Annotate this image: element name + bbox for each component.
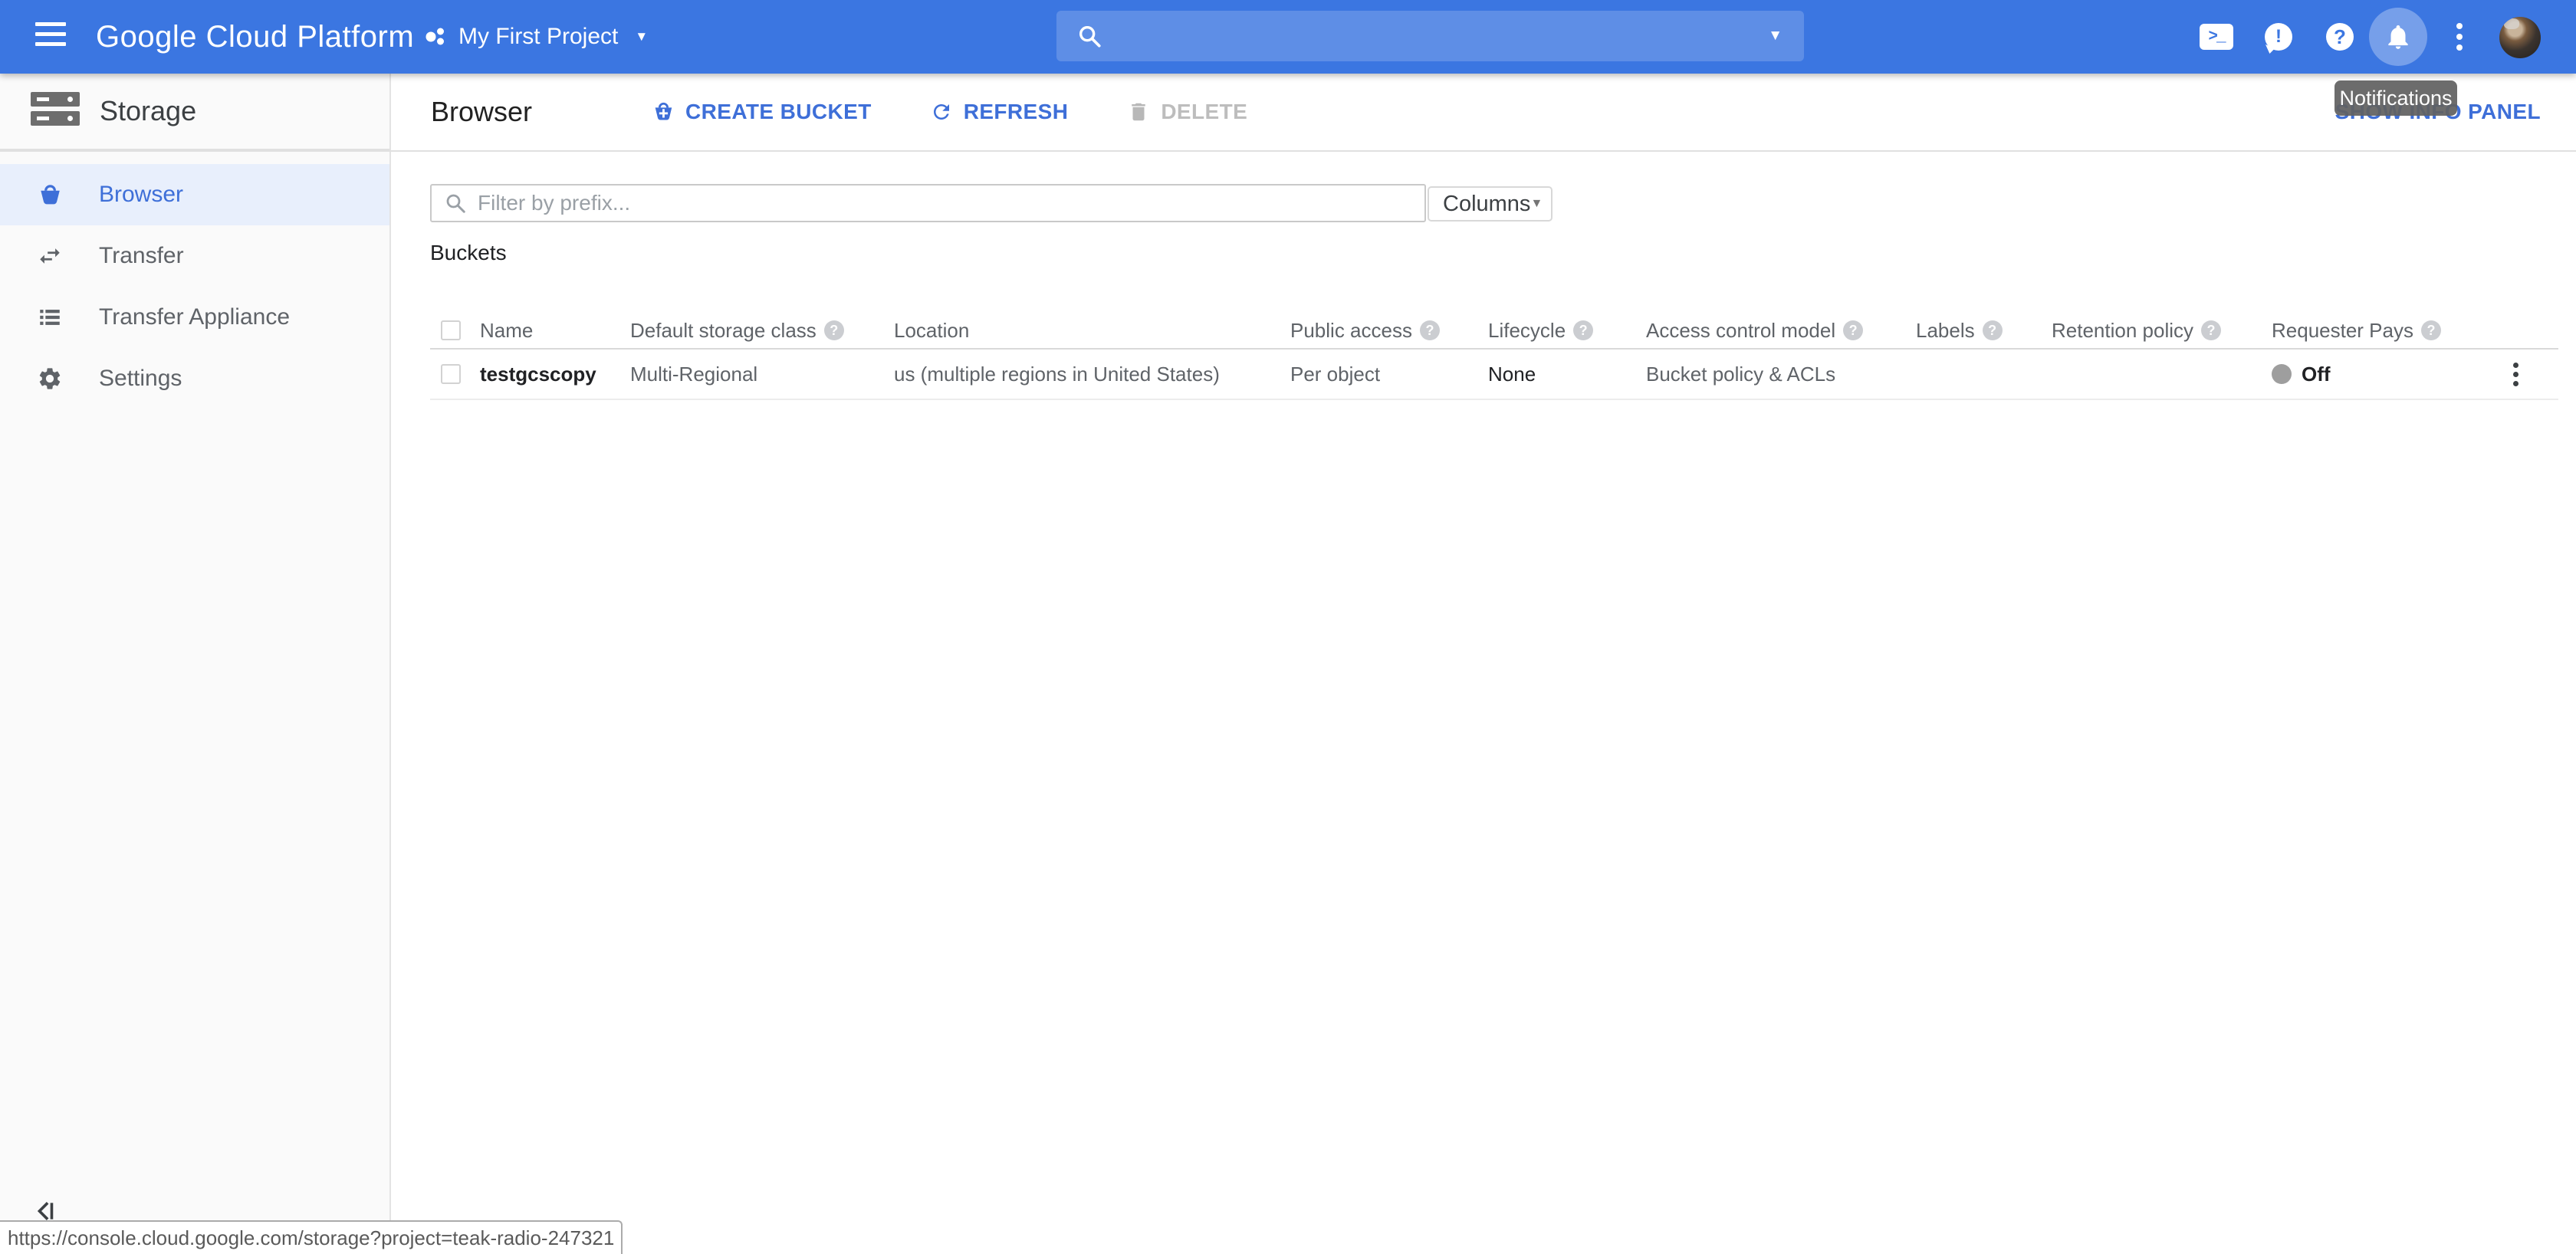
trash-icon <box>1127 100 1150 123</box>
col-header-location: Location <box>894 319 1290 343</box>
search-bar[interactable]: ▼ <box>1056 11 1804 61</box>
col-header-retention: Retention policy ? <box>2052 319 2272 343</box>
project-selector[interactable]: My First Project ▼ <box>423 0 648 74</box>
chevron-down-icon: ▼ <box>635 29 648 44</box>
buckets-section-label: Buckets <box>430 241 507 265</box>
create-bucket-button[interactable]: CREATE BUCKET <box>652 100 872 124</box>
bell-icon <box>2384 22 2413 51</box>
app-header: Google Cloud Platform My First Project ▼… <box>0 0 2576 74</box>
project-icon <box>423 25 448 49</box>
select-all-checkbox[interactable] <box>441 320 461 340</box>
product-title: Storage <box>100 95 196 127</box>
cell-requester-pays: Off <box>2272 363 2507 386</box>
cloud-shell-icon: >_ <box>2200 24 2233 50</box>
more-options-button[interactable] <box>2450 0 2469 74</box>
create-bucket-icon <box>652 100 675 123</box>
cell-lifecycle: None <box>1488 363 1646 386</box>
sidebar-item-settings[interactable]: Settings <box>0 348 389 409</box>
refresh-button[interactable]: REFRESH <box>930 100 1069 124</box>
search-dropdown-icon[interactable]: ▼ <box>1768 28 1783 44</box>
sidebar: Storage Browser Transfer <box>0 74 391 1254</box>
help-circle-icon[interactable]: ? <box>1573 320 1593 340</box>
buckets-table: Name Default storage class ? Location Pu… <box>430 313 2558 400</box>
off-status-dot <box>2272 364 2292 384</box>
help-circle-icon[interactable]: ? <box>1843 320 1863 340</box>
col-header-name: Name <box>480 319 630 343</box>
status-bar-url: https://console.cloud.google.com/storage… <box>0 1220 623 1254</box>
filter-input[interactable] <box>478 191 1424 215</box>
create-bucket-label: CREATE BUCKET <box>685 100 872 124</box>
gcp-logo[interactable]: Google Cloud Platform <box>96 0 414 74</box>
row-checkbox[interactable] <box>441 364 461 384</box>
transfer-icon <box>37 243 63 269</box>
sidebar-item-label: Transfer Appliance <box>99 304 290 330</box>
table-header-row: Name Default storage class ? Location Pu… <box>430 313 2558 350</box>
storage-product-icon <box>31 92 80 130</box>
sidebar-item-transfer-appliance[interactable]: Transfer Appliance <box>0 287 389 348</box>
delete-label: DELETE <box>1161 100 1247 124</box>
bucket-icon <box>37 182 63 208</box>
sidebar-item-label: Transfer <box>99 243 184 269</box>
col-header-labels: Labels ? <box>1916 319 2052 343</box>
columns-caret-icon: ▼ <box>1530 197 1543 211</box>
gcp-console: Google Cloud Platform My First Project ▼… <box>0 0 2576 1254</box>
help-circle-icon[interactable]: ? <box>1420 320 1440 340</box>
help-button[interactable]: ? <box>2323 0 2357 74</box>
sidebar-nav: Browser Transfer <box>0 150 389 409</box>
sidebar-item-transfer[interactable]: Transfer <box>0 225 389 287</box>
page-toolbar: Browser CREATE BUCKET REFRESH DELETE SHO… <box>391 74 2576 150</box>
more-vert-icon <box>2456 23 2463 51</box>
refresh-label: REFRESH <box>964 100 1069 124</box>
main-content: Columns ▼ Buckets Name Default storage c… <box>391 152 2576 1254</box>
page-title: Browser <box>431 96 532 128</box>
bucket-name-link[interactable]: testgcscopy <box>480 363 630 386</box>
cell-public-access: Per object <box>1290 363 1488 386</box>
search-icon <box>1076 23 1102 49</box>
cloud-shell-button[interactable]: >_ <box>2197 0 2236 74</box>
delete-button[interactable]: DELETE <box>1127 100 1247 124</box>
help-circle-icon[interactable]: ? <box>824 320 844 340</box>
help-circle-icon[interactable]: ? <box>1983 320 2003 340</box>
help-circle-icon[interactable]: ? <box>2421 320 2441 340</box>
product-header: Storage <box>0 74 389 150</box>
cell-location: us (multiple regions in United States) <box>894 363 1290 386</box>
cell-access-control: Bucket policy & ACLs <box>1646 363 1916 386</box>
sidebar-item-label: Settings <box>99 366 182 392</box>
help-circle-icon[interactable]: ? <box>2201 320 2221 340</box>
filter-field[interactable] <box>430 184 1426 222</box>
refresh-icon <box>930 100 953 123</box>
sidebar-item-label: Browser <box>99 182 183 208</box>
notifications-button[interactable] <box>2369 8 2427 66</box>
feedback-button[interactable]: ! <box>2262 0 2295 74</box>
col-header-lifecycle: Lifecycle ? <box>1488 319 1646 343</box>
project-name: My First Project <box>458 24 618 50</box>
row-menu-button[interactable] <box>2513 363 2519 386</box>
filter-search-icon <box>444 192 467 215</box>
columns-label: Columns <box>1443 192 1530 217</box>
col-header-requester-pays: Requester Pays ? <box>2272 319 2507 343</box>
hamburger-menu-icon[interactable] <box>35 22 66 51</box>
help-icon: ? <box>2326 23 2354 51</box>
notifications-tooltip: Notifications <box>2334 80 2457 116</box>
cell-storage-class: Multi-Regional <box>630 363 894 386</box>
avatar[interactable] <box>2499 17 2541 58</box>
gear-icon <box>37 366 63 392</box>
transfer-appliance-icon <box>37 304 63 330</box>
col-header-public-access: Public access ? <box>1290 319 1488 343</box>
feedback-icon: ! <box>2265 23 2292 51</box>
sidebar-item-browser[interactable]: Browser <box>0 164 389 225</box>
columns-button[interactable]: Columns ▼ <box>1428 186 1552 222</box>
table-row: testgcscopy Multi-Regional us (multiple … <box>430 350 2558 400</box>
col-header-storage-class: Default storage class ? <box>630 319 894 343</box>
col-header-access-control: Access control model ? <box>1646 319 1916 343</box>
